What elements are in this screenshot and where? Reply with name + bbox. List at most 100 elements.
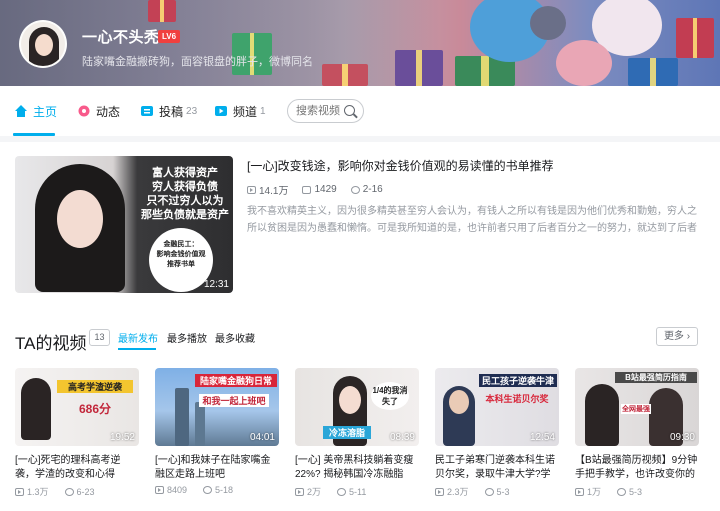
circle-line: 金融民工：	[163, 241, 199, 248]
video-views: 1.3万	[15, 485, 49, 498]
featured-title[interactable]: [一心]改变钱途，影响你对金钱价值观的易读懂的书单推荐	[247, 157, 554, 174]
video-meta: 2万 5-11	[295, 485, 421, 498]
featured-views-value: 14.1万	[259, 186, 289, 197]
tab-uploads-label: 投稿	[159, 104, 184, 119]
tab-dynamic-label: 动态	[96, 104, 121, 119]
tab-latest-underline	[118, 348, 156, 350]
search-icon[interactable]	[344, 105, 355, 116]
thumb-sub: 本科生诺贝尔奖	[485, 394, 549, 404]
avatar[interactable]	[19, 20, 67, 68]
tab-latest[interactable]: 最新发布	[118, 330, 158, 345]
thumb-sub: 和我一起上班吧	[199, 394, 269, 407]
video-title[interactable]: [一心]死宅的理科高考逆袭，学渣的改变和心得	[15, 454, 139, 482]
thumb-text-line: 穷人获得负债	[152, 181, 218, 193]
tab-most-favorited[interactable]: 最多收藏	[215, 330, 255, 345]
clock-icon	[617, 487, 627, 496]
video-date-value: 5-3	[496, 486, 510, 497]
thumb-label: 冷冻溶脂	[323, 426, 371, 439]
username[interactable]: 一心不头秃	[82, 26, 160, 47]
video-duration: 12:54	[529, 432, 555, 443]
video-date: 5-3	[617, 487, 642, 497]
video-views-value: 8409	[167, 485, 188, 495]
avatar-face	[35, 34, 53, 56]
more-button[interactable]: 更多 ›	[656, 327, 698, 346]
thumb-label: B站最强简历指南	[615, 372, 697, 383]
video-views: 2.3万	[435, 485, 469, 498]
videos-section-title: TA的视频	[15, 334, 87, 353]
video-meta: 2.3万 5-3	[435, 485, 561, 498]
video-thumbnail[interactable]: 1/4的我消失了 冷冻溶脂 08:39	[295, 368, 419, 446]
circle-line: 推荐书单	[167, 261, 195, 268]
featured-views: 14.1万	[247, 182, 288, 197]
video-meta: 8409 5-18	[155, 485, 281, 495]
banner-bear	[530, 6, 566, 40]
thumb-sub: 686分	[78, 402, 112, 416]
play-count-icon	[247, 185, 256, 194]
featured-meta: 14.1万 1429 2-16	[247, 182, 397, 197]
featured-thumb-text: 富人获得资产 穷人获得负债 只不过穷人以为 那些负债就是资产	[139, 166, 231, 222]
video-card[interactable]: 民工孩子逆袭牛津 本科生诺贝尔奖 12:54 民工子弟寒门逆袭本科生诺贝尔奖，录…	[435, 368, 561, 498]
tab-channel[interactable]: 频道 1	[214, 86, 266, 136]
thumb-label: 陆家嘴金融狗日常	[195, 374, 277, 387]
video-views: 2万	[295, 485, 321, 498]
video-meta: 1万 5-3	[575, 485, 701, 498]
profile-banner: 一心不头秃 LV6 陆家嘴金融搬砖狗，面容银盘的胖子，微博同名	[0, 0, 720, 86]
video-thumbnail[interactable]: B站最强简历指南 全网最强 09:30	[575, 368, 699, 446]
video-thumbnail[interactable]: 民工孩子逆袭牛津 本科生诺贝尔奖 12:54	[435, 368, 559, 446]
video-thumbnail[interactable]: 高考学渣逆袭 686分 19:52	[15, 368, 139, 446]
thumb-building	[195, 402, 205, 446]
thumb-sub: 全网最强	[621, 404, 651, 414]
video-views-value: 1万	[587, 487, 602, 497]
thumb-label: 高考学渣逆袭	[57, 380, 133, 393]
video-date-value: 5-3	[629, 486, 643, 497]
dynamic-icon	[77, 104, 91, 118]
video-title[interactable]: [一心] 美帝黑科技躺着变瘦22%? 揭秘韩国冷冻融脂	[295, 454, 419, 482]
video-views-value: 2.3万	[447, 487, 469, 497]
featured-danmaku: 1429	[302, 184, 337, 195]
video-card[interactable]: B站最强简历指南 全网最强 09:30 【B站最强简历视频】9分钟手把手教学，也…	[575, 368, 701, 498]
video-card[interactable]: 1/4的我消失了 冷冻溶脂 08:39 [一心] 美帝黑科技躺着变瘦22%? 揭…	[295, 368, 421, 498]
thumb-person-face	[339, 386, 361, 414]
video-views: 8409	[155, 485, 187, 495]
thumb-text-line: 只不过穷人以为	[146, 195, 224, 207]
thumb-person	[21, 378, 51, 440]
profile-nav: 主页 动态 投稿 23 频道 1	[0, 86, 720, 136]
video-title[interactable]: [一心]和我妹子在陆家嘴金融区走路上班吧	[155, 454, 279, 482]
banner-gift	[395, 50, 443, 86]
featured-description: 我不喜欢精英主义，因为很多精英甚至穷人会认为，有钱人之所以有钱是因为他们优秀和勤…	[247, 206, 697, 234]
tab-home[interactable]: 主页	[14, 86, 57, 136]
video-duration: 04:01	[249, 432, 275, 443]
user-sign: 陆家嘴金融搬砖狗，面容银盘的胖子，微博同名	[82, 56, 313, 68]
video-views: 1万	[575, 485, 601, 498]
tab-uploads[interactable]: 投稿 23	[140, 86, 197, 136]
video-thumbnail[interactable]: 陆家嘴金融狗日常 和我一起上班吧 04:01	[155, 368, 279, 446]
clock-icon	[350, 185, 360, 194]
featured-thumbnail[interactable]: 富人获得资产 穷人获得负债 只不过穷人以为 那些负债就是资产 金融民工： 影响金…	[15, 156, 233, 293]
videos-count-badge: 13	[89, 329, 110, 346]
tab-active-underline	[13, 133, 55, 136]
video-duration: 19:52	[109, 432, 135, 443]
clock-icon	[484, 487, 494, 496]
play-count-icon	[435, 487, 444, 496]
tab-uploads-count: 23	[186, 105, 198, 117]
video-duration: 08:39	[389, 432, 415, 443]
video-card[interactable]: 高考学渣逆袭 686分 19:52 [一心]死宅的理科高考逆袭，学渣的改变和心得…	[15, 368, 141, 498]
video-card[interactable]: 陆家嘴金融狗日常 和我一起上班吧 04:01 [一心]和我妹子在陆家嘴金融区走路…	[155, 368, 281, 495]
video-views-value: 2万	[307, 487, 322, 497]
video-date: 6-23	[64, 487, 95, 497]
video-meta: 1.3万 6-23	[15, 485, 141, 498]
play-count-icon	[575, 487, 584, 496]
featured-duration: 12:31	[203, 279, 229, 290]
tab-most-played[interactable]: 最多播放	[167, 330, 207, 345]
thumb-sub: 1/4的我消失了	[371, 382, 409, 410]
tab-channel-count: 1	[260, 105, 266, 117]
tab-dynamic[interactable]: 动态	[77, 86, 120, 136]
video-date: 5-3	[484, 486, 510, 497]
video-views-value: 1.3万	[27, 487, 49, 497]
video-title[interactable]: 【B站最强简历视频】9分钟手把手教学，也许改变你的职业	[575, 454, 699, 482]
clock-icon	[64, 487, 74, 496]
level-badge: LV6	[158, 30, 181, 43]
clock-icon	[203, 486, 213, 494]
video-title[interactable]: 民工子弟寒门逆袭本科生诺贝尔奖，录取牛津大学?学霸如	[435, 454, 559, 482]
play-count-icon	[155, 486, 164, 494]
